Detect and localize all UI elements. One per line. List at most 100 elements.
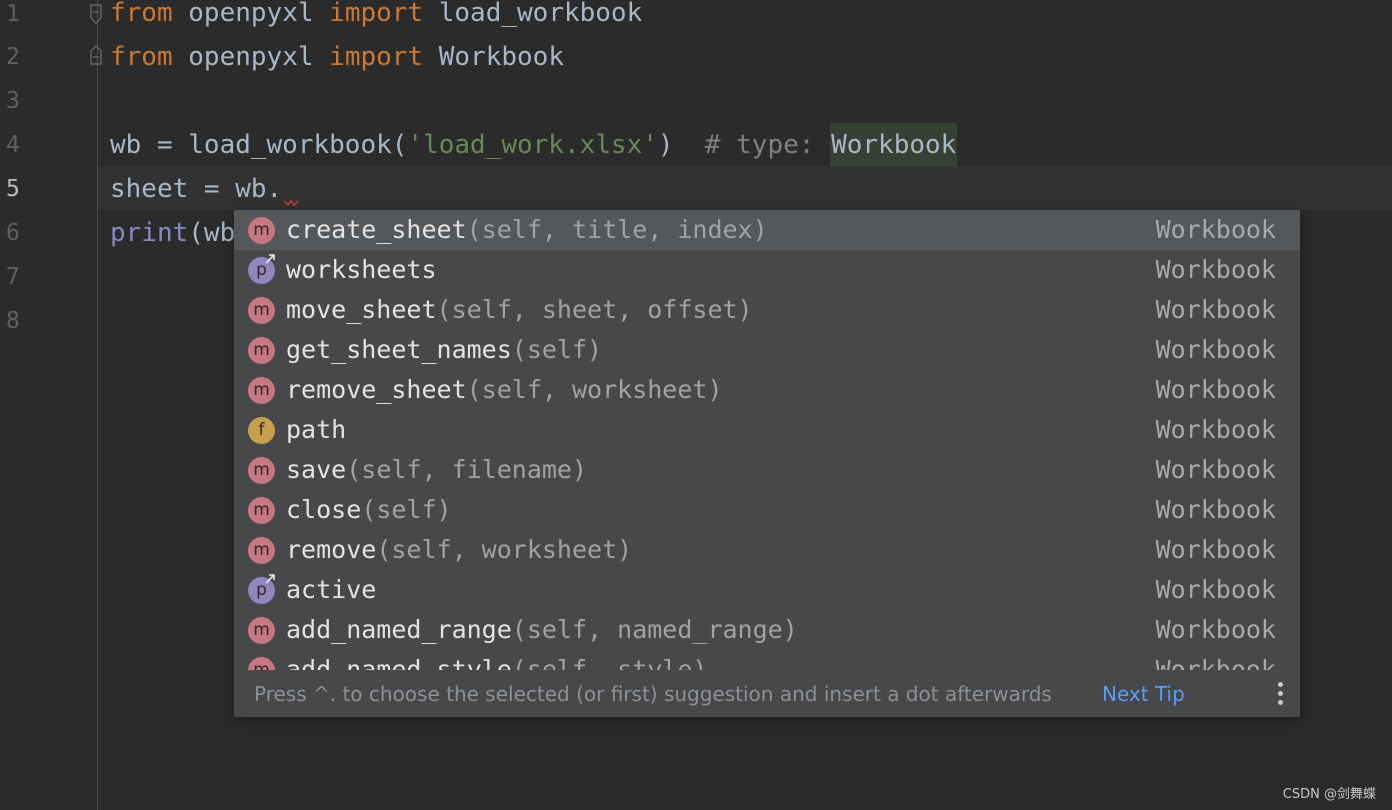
completion-item-text: save(self, filename) <box>286 450 587 490</box>
completion-item-signature: (self, worksheet) <box>376 535 633 564</box>
field-icon: f <box>248 417 275 444</box>
method-icon: m <box>248 657 275 670</box>
completion-item-text: active <box>286 570 376 610</box>
watermark: CSDN @剑舞蝶 <box>1282 787 1376 802</box>
completion-item-remove-sheet[interactable]: m remove_sheet(self, worksheet) Workbook <box>234 370 1300 410</box>
keyword: from <box>110 0 173 28</box>
completion-item-type: Workbook <box>1155 215 1276 244</box>
keyword: import <box>329 42 424 72</box>
completion-item-signature: (self) <box>511 335 603 364</box>
line-number: 1 <box>6 1 20 27</box>
code-line-6[interactable]: print(wb <box>110 211 235 255</box>
completion-item-name: close <box>286 495 362 524</box>
completion-item-type: Workbook <box>1155 415 1276 444</box>
completion-item-worksheets[interactable]: p worksheets Workbook <box>234 250 1300 290</box>
builtin-function: print <box>110 218 189 248</box>
method-icon: m <box>248 617 275 644</box>
method-icon: m <box>248 377 275 404</box>
completion-item-signature: (self, style) <box>511 655 708 670</box>
completion-item-type: Workbook <box>1155 455 1276 484</box>
completion-item-type: Workbook <box>1155 335 1276 364</box>
completion-item-text: worksheets <box>286 250 437 290</box>
code-text: wb = load_workbook( <box>110 130 408 160</box>
code-text: (wb <box>188 218 236 248</box>
line-number-gutter: 1 2 3 4 5 6 7 8 <box>0 0 98 810</box>
code-text: sheet = wb. <box>110 174 283 204</box>
completion-item-signature: (self) <box>361 495 452 524</box>
completion-item-name: active <box>286 575 377 604</box>
completion-item-name: save <box>286 455 347 484</box>
completion-item-type: Workbook <box>1155 495 1276 524</box>
module-name: openpyxl <box>172 0 330 28</box>
completion-item-text: remove(self, worksheet) <box>286 530 632 570</box>
completion-list[interactable]: m create_sheet(self, title, index) Workboo… <box>234 210 1300 670</box>
method-icon: m <box>248 537 275 564</box>
completion-item-signature: (self, filename) <box>346 455 588 484</box>
completion-item-type: Workbook <box>1155 655 1276 670</box>
completion-item-name: remove_sheet <box>286 375 467 404</box>
completion-footer: Press ^. to choose the selected (or firs… <box>234 670 1300 717</box>
completion-item-type: Workbook <box>1155 375 1276 404</box>
code-line-5[interactable]: sheet = wb. <box>110 167 282 211</box>
module-name: openpyxl <box>172 42 330 72</box>
completion-item-move-sheet[interactable]: m move_sheet(self, sheet, offset) Workbook <box>234 290 1300 330</box>
completion-item-close[interactable]: m close(self) Workbook <box>234 490 1300 530</box>
fold-start-icon[interactable] <box>89 4 103 24</box>
completion-item-type: Workbook <box>1155 575 1276 604</box>
property-arrow-icon <box>265 574 275 584</box>
completion-item-signature: (self, named_range) <box>511 615 798 644</box>
code-text: ) <box>657 130 705 160</box>
code-completion-popup: m create_sheet(self, title, index) Workboo… <box>234 210 1300 717</box>
line-number: 8 <box>6 308 20 334</box>
type-hint-highlight: Workbook <box>830 123 958 167</box>
completion-item-type: Workbook <box>1155 295 1276 324</box>
line-number: 3 <box>6 88 20 114</box>
completion-item-text: path <box>286 410 346 450</box>
completion-item-name: get_sheet_names <box>286 335 512 364</box>
method-icon: m <box>248 217 275 244</box>
completion-item-create-sheet[interactable]: m create_sheet(self, title, index) Workboo… <box>234 210 1300 250</box>
import-name: load_workbook <box>423 0 643 28</box>
completion-item-active[interactable]: p active Workbook <box>234 570 1300 610</box>
completion-item-path[interactable]: f path Workbook <box>234 410 1300 450</box>
completion-item-text: remove_sheet(self, worksheet) <box>286 370 723 410</box>
more-options-icon[interactable] <box>1274 682 1286 708</box>
gutter-divider <box>97 0 98 810</box>
keyword: from <box>110 42 173 72</box>
code-line-1[interactable]: from openpyxl import load_workbook <box>110 0 642 35</box>
completion-item-name: move_sheet <box>286 295 437 324</box>
method-icon: m <box>248 297 275 324</box>
completion-item-remove[interactable]: m remove(self, worksheet) Workbook <box>234 530 1300 570</box>
keyword: import <box>329 0 424 28</box>
import-name: Workbook <box>423 42 564 72</box>
completion-item-name: add_named_range <box>286 615 512 644</box>
completion-item-add-named-style[interactable]: m add_named_style(self, style) Workbook <box>234 650 1300 670</box>
string-literal: 'load_work.xlsx' <box>407 130 658 160</box>
fold-end-icon[interactable] <box>89 45 103 65</box>
completion-item-name: add_named_style <box>286 655 512 670</box>
completion-item-text: move_sheet(self, sheet, offset) <box>286 290 753 330</box>
completion-item-add-named-range[interactable]: m add_named_range(self, named_range) Workb… <box>234 610 1300 650</box>
line-number: 2 <box>6 44 20 70</box>
code-line-4[interactable]: wb = load_workbook('load_work.xlsx') # t… <box>110 123 958 167</box>
completion-item-save[interactable]: m save(self, filename) Workbook <box>234 450 1300 490</box>
completion-item-get-sheet-names[interactable]: m get_sheet_names(self) Workbook <box>234 330 1300 370</box>
completion-item-type: Workbook <box>1155 255 1276 284</box>
completion-item-name: path <box>286 415 347 444</box>
line-number: 4 <box>6 132 20 158</box>
completion-item-name: create_sheet <box>286 215 467 244</box>
method-icon: m <box>248 457 275 484</box>
completion-hint: Press ^. to choose the selected (or firs… <box>254 682 1052 706</box>
completion-item-type: Workbook <box>1155 535 1276 564</box>
code-line-2[interactable]: from openpyxl import Workbook <box>110 35 564 79</box>
completion-item-name: remove <box>286 535 377 564</box>
completion-item-type: Workbook <box>1155 615 1276 644</box>
completion-item-name: worksheets <box>286 255 437 284</box>
method-icon: m <box>248 337 275 364</box>
completion-item-signature: (self, worksheet) <box>466 375 723 404</box>
next-tip-link[interactable]: Next Tip <box>1102 670 1185 717</box>
completion-item-text: add_named_style(self, style) <box>286 650 707 670</box>
completion-item-text: create_sheet(self, title, index) <box>286 210 768 250</box>
line-number: 7 <box>6 264 20 290</box>
type-comment: # type: <box>704 130 831 160</box>
